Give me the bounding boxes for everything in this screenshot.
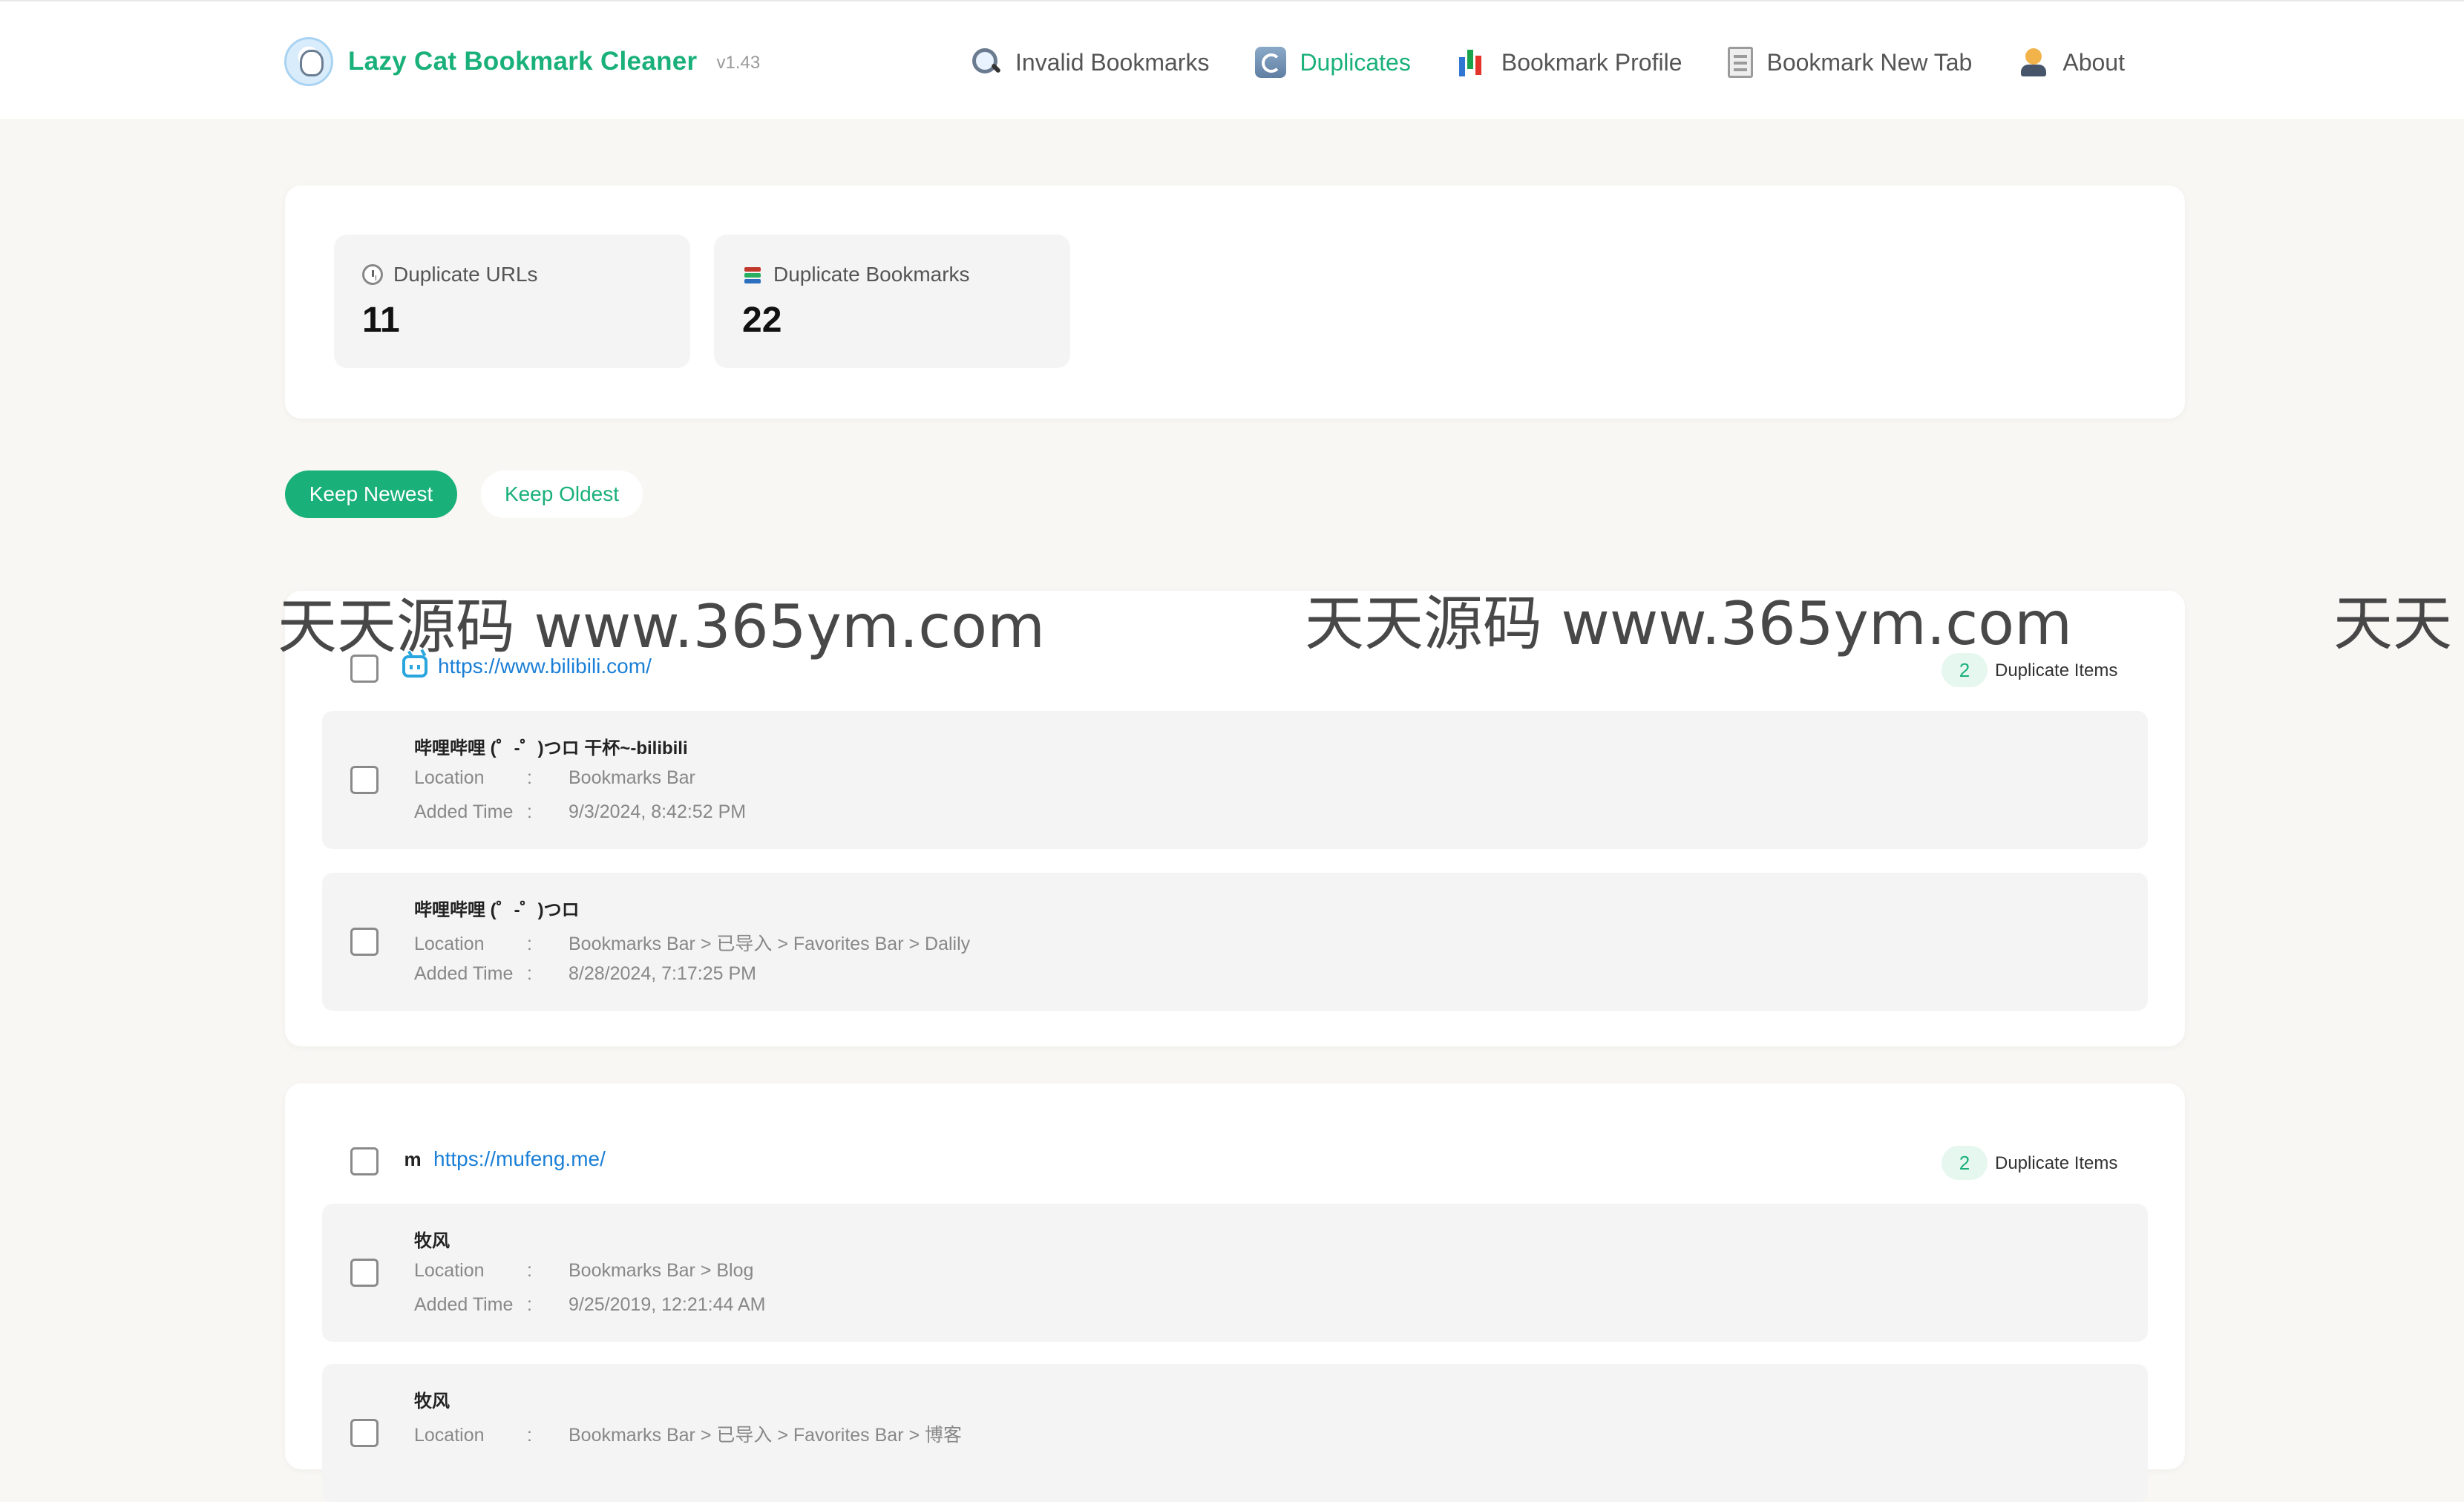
added-time-row: Added Time: 9/25/2019, 12:21:44 AM — [414, 1294, 766, 1316]
nav-label: Duplicates — [1300, 48, 1411, 76]
bookmark-title: 牧风 — [414, 1391, 450, 1411]
location-value: Bookmarks Bar > Blog — [569, 1260, 754, 1281]
added-time-value: 9/25/2019, 12:21:44 AM — [569, 1294, 766, 1315]
keep-newest-button[interactable]: Keep Newest — [285, 470, 457, 518]
group-select-checkbox[interactable] — [350, 1147, 379, 1175]
document-icon — [1728, 47, 1754, 78]
bookmark-title: 哔哩哔哩 (゜-゜)つロ — [414, 900, 580, 920]
added-time-row: Added Time: 8/28/2024, 7:17:25 PM — [414, 963, 756, 985]
group-url: https://mufeng.me/ — [433, 1147, 606, 1170]
duplicate-group: m https://mufeng.me/ 2 Duplicate Items 牧… — [285, 1083, 2185, 1502]
stat-label: Duplicate URLs — [393, 263, 538, 286]
stats-card: Duplicate URLs 11 Duplicate Bookmarks 22 — [285, 186, 2185, 419]
nav-label: Bookmark Profile — [1501, 48, 1682, 76]
nav-duplicates[interactable]: Duplicates — [1255, 47, 1411, 78]
location-value: Bookmarks Bar > 已导入 > Favorites Bar > 博客 — [569, 1425, 963, 1446]
separator: : — [527, 963, 532, 984]
item-select-checkbox[interactable] — [350, 928, 379, 956]
magnifier-icon — [971, 47, 1002, 78]
app-title: Lazy Cat Bookmark Cleaner — [348, 47, 698, 76]
location-row: Location: Bookmarks Bar — [414, 767, 695, 789]
separator: : — [527, 934, 532, 954]
keep-oldest-button[interactable]: Keep Oldest — [481, 470, 643, 518]
added-time-value: 8/28/2024, 7:17:25 PM — [569, 963, 756, 984]
nav-bookmark-new-tab[interactable]: Bookmark New Tab — [1728, 47, 1972, 78]
watermark-text: 天天源码 www.365ym.com — [278, 592, 1046, 661]
clock-icon — [362, 264, 383, 285]
separator: : — [527, 801, 532, 822]
watermark-text: 天天源码 www.365ym.com — [1305, 589, 2073, 658]
added-time-label: Added Time — [414, 801, 514, 822]
item-select-checkbox[interactable] — [350, 766, 379, 794]
list-item: 哔哩哔哩 (゜-゜)つロ Location: Bookmarks Bar > 已导… — [322, 873, 2148, 1011]
stat-label-row: Duplicate URLs — [362, 263, 662, 286]
nav-label: About — [2062, 48, 2125, 76]
nav-label: Invalid Bookmarks — [1015, 48, 1210, 76]
nav-bookmark-profile[interactable]: Bookmark Profile — [1457, 47, 1682, 78]
stat-label: Duplicate Bookmarks — [773, 263, 970, 286]
refresh-icon — [1255, 47, 1287, 78]
added-time-value: 9/3/2024, 8:42:52 PM — [569, 801, 747, 822]
bar-chart-icon — [1457, 47, 1488, 78]
location-value: Bookmarks Bar > 已导入 > Favorites Bar > Da… — [569, 934, 971, 954]
added-time-row: Added Time: 9/3/2024, 8:42:52 PM — [414, 801, 746, 823]
location-label: Location — [414, 934, 485, 954]
separator: : — [527, 1425, 532, 1446]
bookmark-title: 哔哩哔哩 (゜-゜)つロ 干杯~-bilibili — [414, 738, 688, 758]
main-nav: Invalid Bookmarks Duplicates Bookmark Pr… — [971, 40, 2125, 85]
duplicate-count-badge: 2 — [1942, 1146, 1988, 1180]
location-row: Location: Bookmarks Bar > 已导入 > Favorites… — [414, 929, 970, 956]
app-version: v1.43 — [716, 53, 761, 73]
nav-invalid-bookmarks[interactable]: Invalid Bookmarks — [971, 47, 1209, 78]
separator: : — [527, 1294, 532, 1315]
stat-duplicate-bookmarks: Duplicate Bookmarks 22 — [714, 235, 1070, 368]
list-item: 哔哩哔哩 (゜-゜)つロ 干杯~-bilibili Location: Bookm… — [322, 711, 2148, 849]
top-bar: Lazy Cat Bookmark Cleaner v1.43 Invalid … — [0, 0, 2464, 119]
stat-value: 22 — [742, 301, 782, 340]
item-select-checkbox[interactable] — [350, 1259, 379, 1287]
added-time-label: Added Time — [414, 963, 514, 984]
books-icon — [742, 264, 763, 285]
watermark-text: 天天 — [2333, 589, 2452, 658]
group-url-link[interactable]: m https://mufeng.me/ — [402, 1147, 606, 1171]
stat-label-row: Duplicate Bookmarks — [742, 263, 1042, 286]
m-icon: m — [404, 1148, 422, 1170]
bookmark-title: 牧风 — [414, 1231, 450, 1251]
duplicate-items-label: Duplicate Items — [1995, 660, 2118, 681]
stat-value: 11 — [362, 301, 400, 340]
location-label: Location — [414, 1260, 485, 1281]
location-label: Location — [414, 767, 485, 788]
location-row: Location: Bookmarks Bar > Blog — [414, 1260, 753, 1282]
item-select-checkbox[interactable] — [350, 1419, 379, 1447]
added-time-label: Added Time — [414, 1294, 514, 1315]
location-label: Location — [414, 1425, 485, 1446]
list-item: 牧风 Location: Bookmarks Bar > 已导入 > Favori… — [322, 1364, 2148, 1502]
nav-label: Bookmark New Tab — [1766, 48, 1973, 76]
brand[interactable]: Lazy Cat Bookmark Cleaner v1.43 — [284, 37, 760, 86]
person-icon — [2018, 47, 2049, 78]
stat-duplicate-urls: Duplicate URLs 11 — [334, 235, 690, 368]
duplicate-items-label: Duplicate Items — [1995, 1153, 2118, 1173]
separator: : — [527, 767, 532, 788]
list-item: 牧风 Location: Bookmarks Bar > Blog Added T… — [322, 1204, 2148, 1342]
location-row: Location: Bookmarks Bar > 已导入 > Favorites… — [414, 1420, 962, 1447]
location-value: Bookmarks Bar — [569, 767, 695, 788]
lazy-cat-logo-icon — [284, 37, 333, 86]
nav-about[interactable]: About — [2018, 47, 2125, 78]
separator: : — [527, 1260, 532, 1281]
